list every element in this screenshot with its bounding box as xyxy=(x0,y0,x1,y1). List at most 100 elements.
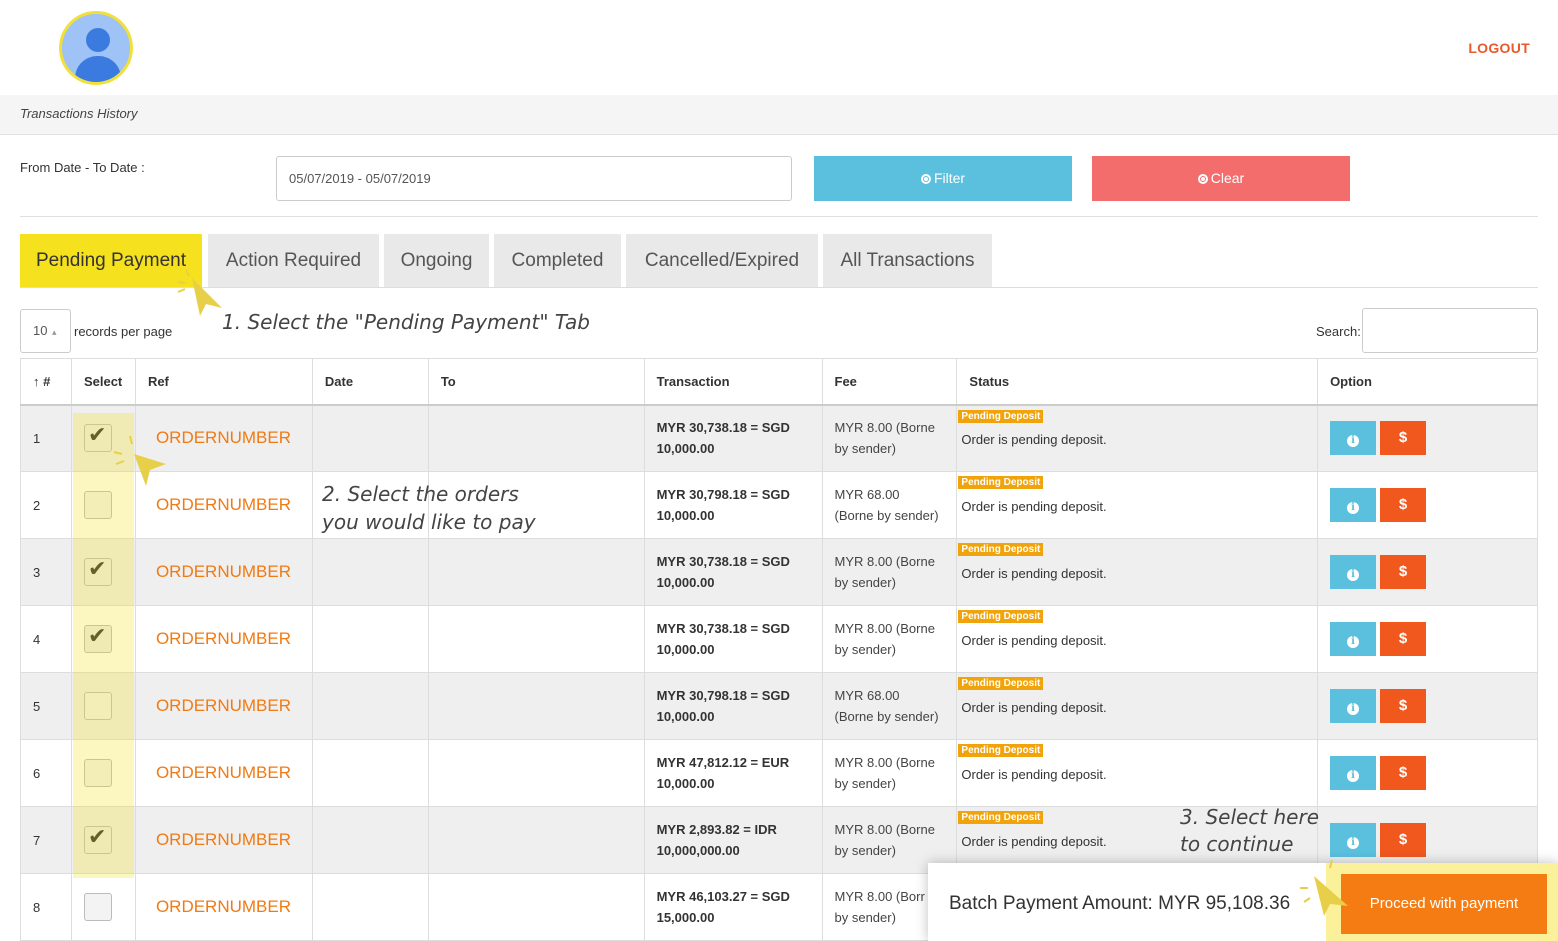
transaction-cell: MYR 47,812.12 = EUR 10,000.00 xyxy=(643,739,823,807)
proceed-with-payment-button[interactable]: Proceed with payment xyxy=(1341,874,1547,934)
transaction-amount: MYR 2,893.82 = IDR xyxy=(656,822,777,837)
order-ref-link[interactable]: ORDERNUMBER xyxy=(134,739,313,807)
row-number: 5 xyxy=(20,672,72,740)
step2-annotation-line1: 2. Select the orders xyxy=(322,482,519,506)
option-cell: i$ xyxy=(1317,471,1538,539)
transaction-amount: MYR 46,103.27 = SGD xyxy=(656,889,790,904)
tab-ongoing[interactable]: Ongoing xyxy=(384,234,489,287)
row-select-checkbox[interactable] xyxy=(83,624,112,653)
row-select-checkbox[interactable] xyxy=(83,423,112,453)
status-text: Order is pending deposit. xyxy=(961,766,1107,782)
col-header-date[interactable]: Date xyxy=(311,358,429,406)
row-select-checkbox[interactable] xyxy=(83,893,112,921)
search-input[interactable] xyxy=(1362,308,1538,353)
info-button[interactable]: i xyxy=(1330,823,1377,857)
tab-pending-payment[interactable]: Pending Payment xyxy=(20,234,202,287)
status-cell: Pending Deposit Order is pending deposit. xyxy=(956,739,1319,807)
date-range-input[interactable]: 05/07/2019 - 05/07/2019 xyxy=(276,156,792,201)
info-button[interactable]: i xyxy=(1330,555,1377,589)
fee-line1: MYR 8.00 (Borne xyxy=(834,554,935,569)
page-length-select[interactable]: 10 ▴▾ xyxy=(20,309,71,379)
status-text: Order is pending deposit. xyxy=(961,699,1107,715)
fee-cell: MYR 8.00 (Borne by sender) xyxy=(821,404,958,472)
to-cell xyxy=(427,806,645,874)
option-cell: i$ xyxy=(1317,739,1538,807)
avatar-body-shape xyxy=(75,56,121,82)
option-cell: i$ xyxy=(1317,605,1538,673)
row-select-checkbox[interactable] xyxy=(83,692,112,720)
pay-button[interactable]: $ xyxy=(1380,488,1427,522)
order-ref-link[interactable]: ORDERNUMBER xyxy=(134,605,313,673)
pay-button[interactable]: $ xyxy=(1380,689,1427,723)
clear-button-label: Clear xyxy=(1210,170,1245,186)
row-number: 1 xyxy=(20,404,72,472)
order-ref-link[interactable]: ORDERNUMBER xyxy=(134,873,313,941)
select-cell xyxy=(70,806,136,874)
status-badge: Pending Deposit xyxy=(958,677,1044,690)
select-cell xyxy=(70,672,136,740)
fee-line2: by sender) xyxy=(834,575,896,590)
info-icon: i xyxy=(1347,837,1360,849)
table-row: 1ORDERNUMBERMYR 30,738.18 = SGD10,000.00… xyxy=(20,404,1538,472)
col-header-to[interactable]: To xyxy=(427,358,645,406)
transaction-amount: MYR 30,738.18 = SGD xyxy=(656,621,790,636)
filter-button[interactable]: Filter xyxy=(814,156,1072,201)
info-button[interactable]: i xyxy=(1330,488,1377,522)
transaction-amount: MYR 30,798.18 = SGD xyxy=(656,688,790,703)
transaction-target: 10,000.00 xyxy=(656,642,715,657)
row-select-checkbox[interactable] xyxy=(83,759,112,787)
to-cell xyxy=(427,672,645,740)
status-text: Order is pending deposit. xyxy=(961,431,1107,447)
col-header-status[interactable]: Status xyxy=(956,358,1319,406)
tab-all-transactions[interactable]: All Transactions xyxy=(823,234,992,287)
transaction-target: 10,000.00 xyxy=(656,441,715,457)
col-header-ref[interactable]: Ref xyxy=(134,358,313,406)
table-header-row: ↑ # Select Ref Date To Transaction Fee S… xyxy=(20,358,1538,406)
tabs-underline xyxy=(20,287,1538,288)
info-button[interactable]: i xyxy=(1330,622,1377,656)
search-label: Search: xyxy=(1316,324,1361,339)
order-ref-link[interactable]: ORDERNUMBER xyxy=(134,672,313,740)
pay-button[interactable]: $ xyxy=(1380,622,1427,656)
proceed-highlight: Proceed with payment xyxy=(1326,863,1558,941)
tab-completed[interactable]: Completed xyxy=(494,234,621,287)
cursor-icon xyxy=(113,435,166,486)
clear-button[interactable]: Clear xyxy=(1092,156,1350,201)
batch-payment-panel: Batch Payment Amount: MYR 95,108.36 Proc… xyxy=(928,863,1558,941)
transaction-cell: MYR 30,738.18 = SGD 10,000.00 xyxy=(643,605,823,673)
fee-line2: by sender) xyxy=(834,441,896,457)
col-header-transaction[interactable]: Transaction xyxy=(643,358,823,406)
info-button[interactable]: i xyxy=(1330,689,1377,723)
info-button[interactable]: i xyxy=(1330,756,1377,790)
order-ref-link[interactable]: ORDERNUMBER xyxy=(134,806,313,874)
row-select-checkbox[interactable] xyxy=(83,825,112,854)
target-icon xyxy=(920,174,931,184)
logout-link[interactable]: LOGOUT xyxy=(1468,40,1530,56)
date-range-label: From Date - To Date : xyxy=(20,160,145,175)
tab-action-required[interactable]: Action Required xyxy=(208,234,379,287)
col-header-fee[interactable]: Fee xyxy=(821,358,958,406)
order-ref-link[interactable]: ORDERNUMBER xyxy=(134,538,313,606)
row-select-checkbox[interactable] xyxy=(83,557,112,586)
info-button[interactable]: i xyxy=(1330,421,1377,456)
status-cell: Pending Deposit Order is pending deposit. xyxy=(956,404,1319,472)
date-cell xyxy=(311,538,429,606)
user-avatar[interactable] xyxy=(59,11,133,85)
pay-button[interactable]: $ xyxy=(1380,421,1427,456)
pay-button[interactable]: $ xyxy=(1380,555,1427,589)
transaction-cell: MYR 46,103.27 = SGD 15,000.00 xyxy=(643,873,823,941)
col-header-number[interactable]: ↑ # xyxy=(20,358,72,406)
status-badge: Pending Deposit xyxy=(958,744,1044,757)
col-header-option[interactable]: Option xyxy=(1317,358,1538,406)
col-header-select[interactable]: Select xyxy=(70,358,136,406)
row-number: 6 xyxy=(20,739,72,807)
pay-button[interactable]: $ xyxy=(1380,756,1427,790)
date-cell xyxy=(311,806,429,874)
pay-button[interactable]: $ xyxy=(1380,823,1427,857)
status-badge: Pending Deposit xyxy=(958,476,1044,489)
transaction-target: 10,000.00 xyxy=(656,508,715,523)
row-select-checkbox[interactable] xyxy=(83,491,112,519)
date-cell xyxy=(311,404,429,472)
tab-cancelled-expired[interactable]: Cancelled/Expired xyxy=(626,234,818,287)
select-cell xyxy=(70,538,136,606)
